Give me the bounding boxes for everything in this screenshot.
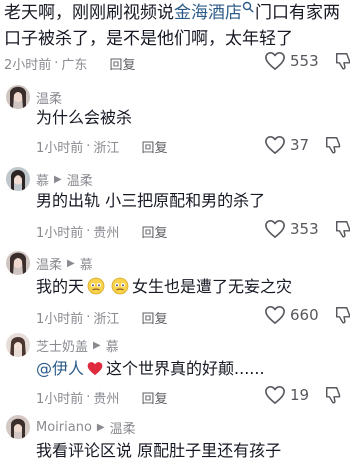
commenter-name[interactable]: 温柔 ▶ 慕 — [36, 254, 93, 273]
mention-link[interactable]: @伊人 — [36, 359, 84, 378]
hotel-link[interactable]: 金海酒店 — [174, 1, 255, 23]
comment-text-part: 老天啊，刚刚刷视频说 — [4, 3, 174, 23]
thumb-down-icon[interactable] — [333, 219, 350, 239]
comment-meta: 1小时前 · 浙江 回复 — [36, 308, 168, 327]
comment-meta: 2小时前 · 广东 回复 — [4, 54, 136, 73]
reply-to-name: 温柔 — [109, 422, 136, 437]
reply-comment: 温柔 ▶ 慕 我的天 女生也是遭了无妄之灾 1小时前 · 浙江 回复 660 — [0, 248, 350, 327]
worried-face-icon — [87, 277, 105, 295]
commenter-name[interactable]: 芝士奶盖 ▶ 慕 — [36, 336, 119, 355]
search-icon — [242, 1, 254, 13]
avatar[interactable] — [6, 251, 30, 275]
heart-outline-icon — [265, 386, 285, 404]
reply-button[interactable]: 回复 — [141, 308, 167, 327]
comment-location: 浙江 — [93, 312, 120, 327]
comment-location: 贵州 — [93, 226, 120, 241]
reply-comment: 慕 ▶ 温柔 男的出轨 小三把原配和男的杀了 1小时前 · 贵州 回复 353 — [0, 164, 350, 241]
comment-meta: 1小时前 · 贵州 回复 — [36, 388, 168, 407]
commenter-name[interactable]: 温柔 — [36, 88, 62, 107]
top-comment: 老天啊，刚刚刷视频说金海酒店 门口有家两口子被杀了，是不是他们啊，太年轻了 2小时… — [0, 0, 350, 80]
commenter-name[interactable]: 慕 ▶ 温柔 — [36, 170, 93, 189]
heart-outline-icon — [265, 136, 285, 154]
like-count: 37 — [290, 136, 310, 154]
user-name: Moiriano — [36, 420, 92, 435]
reply-to-name: 慕 — [105, 340, 119, 355]
triangle-right-icon: ▶ — [96, 422, 105, 433]
like-count: 553 — [290, 52, 319, 70]
user-name: 慕 — [36, 174, 50, 189]
top-comment-text: 老天啊，刚刚刷视频说金海酒店 门口有家两口子被杀了，是不是他们啊，太年轻了 — [4, 0, 348, 52]
hotel-link-text: 金海酒店 — [174, 3, 242, 23]
avatar[interactable] — [6, 85, 30, 109]
reply-text-part: 我的天 — [36, 277, 85, 296]
reply-comment: Moiriano ▶ 温柔 我看评论区说 原配肚子里还有孩子 — [0, 412, 350, 460]
heart-outline-icon — [265, 220, 285, 238]
like-button[interactable]: 37 — [264, 135, 349, 155]
comment-meta: 1小时前 · 贵州 回复 — [36, 222, 168, 241]
reply-text-part: 女生也是遭了无妄之灾 — [132, 277, 293, 296]
reply-button[interactable]: 回复 — [141, 388, 167, 407]
user-name: 温柔 — [36, 258, 63, 273]
reply-comment: 温柔 为什么会被杀 1小时前 · 浙江 回复 37 — [0, 82, 350, 157]
thumb-down-icon[interactable] — [323, 135, 345, 155]
reply-text-part: 这个世界真的好颠...... — [106, 359, 265, 378]
like-button[interactable]: 660 — [264, 305, 350, 325]
reply-button[interactable]: 回复 — [141, 137, 167, 156]
like-button[interactable]: 19 — [264, 385, 349, 405]
comment-location: 广东 — [61, 58, 88, 73]
commenter-name[interactable]: Moiriano ▶ 温柔 — [36, 418, 136, 437]
comment-time: 2小时前 — [4, 58, 52, 73]
like-count: 19 — [290, 386, 310, 404]
triangle-right-icon: ▶ — [93, 340, 101, 351]
heart-outline-icon — [265, 306, 285, 324]
triangle-right-icon: ▶ — [67, 258, 75, 269]
reply-button[interactable]: 回复 — [109, 54, 135, 73]
avatar[interactable] — [6, 415, 30, 439]
comment-time: 1小时前 — [36, 392, 84, 407]
comment-location: 贵州 — [93, 392, 120, 407]
reply-text: 为什么会被杀 — [36, 108, 133, 127]
worried-face-icon — [111, 277, 129, 295]
like-button[interactable]: 553 — [264, 51, 350, 71]
reply-text: 我看评论区说 原配肚子里还有孩子 — [36, 441, 282, 460]
user-name: 温柔 — [36, 92, 63, 107]
reply-text: 我的天 女生也是遭了无妄之灾 — [36, 276, 292, 298]
reply-to-name: 慕 — [79, 258, 93, 273]
reply-text: 男的出轨 小三把原配和男的杀了 — [36, 191, 266, 210]
red-heart-icon — [87, 362, 103, 376]
reply-comment: 芝士奶盖 ▶ 慕 @伊人 这个世界真的好颠...... 1小时前 · 贵州 回复 … — [0, 330, 350, 408]
like-count: 353 — [290, 220, 319, 238]
triangle-right-icon: ▶ — [54, 174, 62, 185]
like-count: 660 — [290, 306, 319, 324]
avatar[interactable] — [6, 167, 30, 191]
reply-text: @伊人 这个世界真的好颠...... — [36, 358, 265, 380]
thumb-down-icon[interactable] — [333, 51, 350, 71]
like-button[interactable]: 353 — [264, 219, 350, 239]
comment-time: 1小时前 — [36, 312, 84, 327]
comment-meta: 1小时前 · 浙江 回复 — [36, 137, 168, 156]
thumb-down-icon[interactable] — [323, 385, 345, 405]
comment-time: 1小时前 — [36, 141, 84, 156]
reply-button[interactable]: 回复 — [141, 222, 167, 241]
comment-time: 1小时前 — [36, 226, 84, 241]
avatar[interactable] — [6, 333, 30, 357]
thumb-down-icon[interactable] — [333, 305, 350, 325]
heart-outline-icon — [265, 52, 285, 70]
reply-to-name: 温柔 — [66, 174, 93, 189]
user-name: 芝士奶盖 — [36, 340, 89, 355]
comment-location: 浙江 — [93, 141, 120, 156]
